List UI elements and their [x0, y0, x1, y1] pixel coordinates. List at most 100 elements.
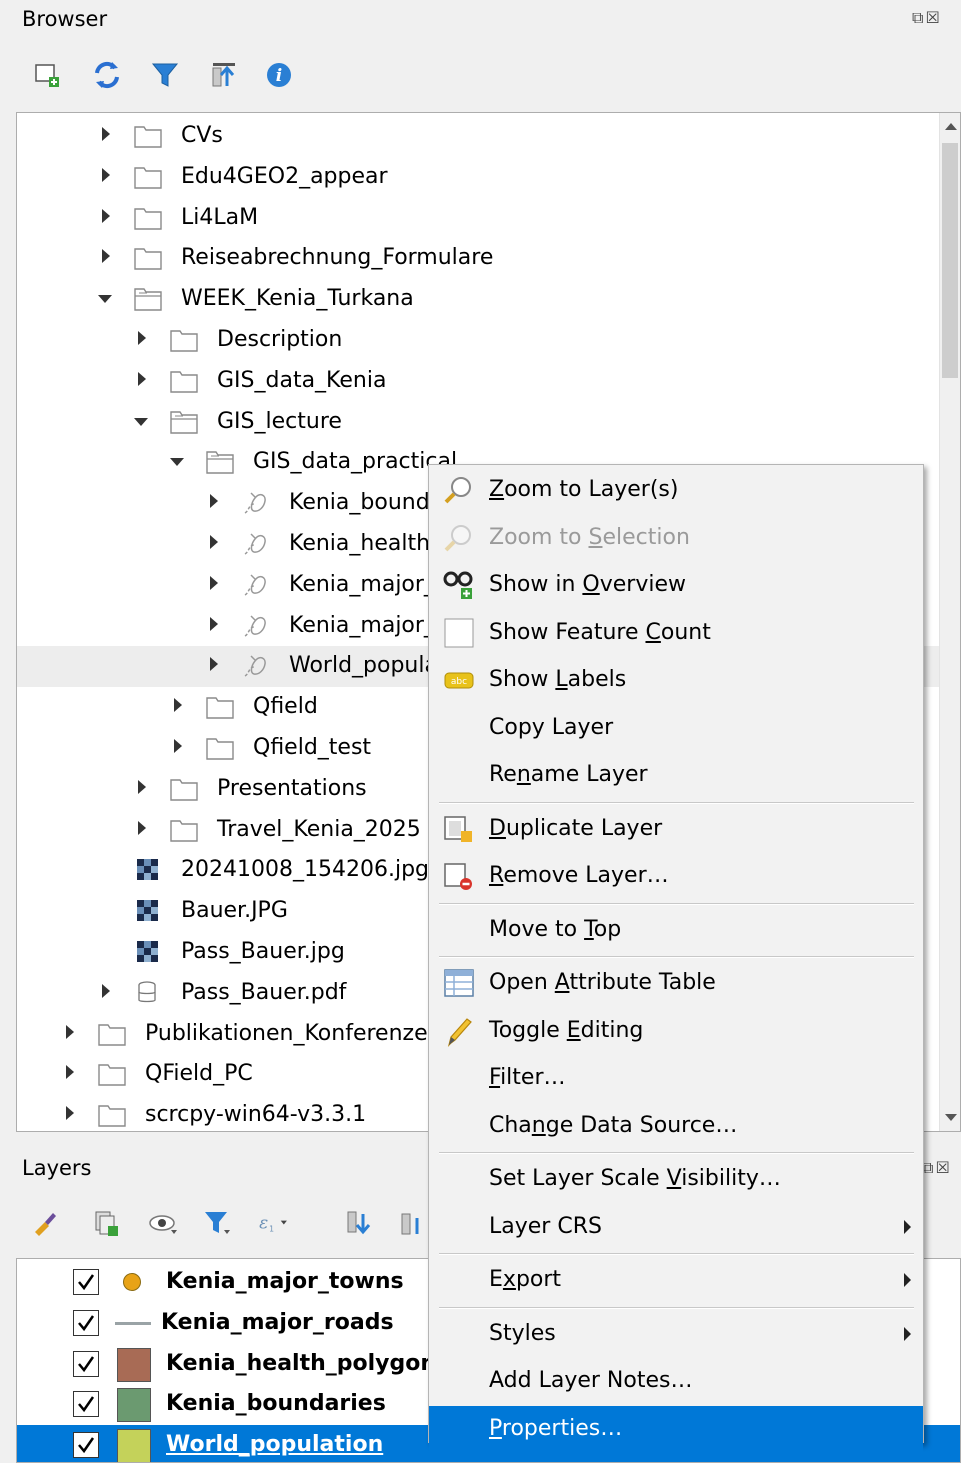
- layer-visibility-checkbox[interactable]: [73, 1350, 99, 1377]
- close-panel-icon[interactable]: ☒: [935, 1158, 951, 1177]
- expand-arrow-icon[interactable]: [138, 371, 146, 386]
- expand-arrow-icon[interactable]: [66, 1065, 74, 1080]
- visibility-icon[interactable]: [146, 1206, 180, 1240]
- tree-item-label: Presentations: [217, 775, 367, 801]
- layer-visibility-checkbox[interactable]: [73, 1309, 99, 1336]
- collapse-arrow-icon[interactable]: [134, 417, 148, 426]
- menu-item-show-labels[interactable]: abc Show Labels: [429, 657, 923, 703]
- tree-item-reiseabrechnung-formulare[interactable]: Reiseabrechnung_Formulare: [17, 238, 940, 279]
- menu-item-duplicate-layer[interactable]: Duplicate Layer: [429, 806, 923, 852]
- tree-item-gis-lecture[interactable]: GIS_lecture: [17, 402, 940, 443]
- folder-icon: [205, 448, 235, 476]
- menu-item-show-in-overview[interactable]: Show in Overview: [429, 562, 923, 608]
- folder-icon: [169, 775, 199, 803]
- collapse-arrow-icon[interactable]: [98, 295, 112, 304]
- tree-item-label: 20241008_154206.jpg: [181, 857, 429, 883]
- expand-arrow-icon[interactable]: [102, 167, 110, 182]
- menu-item-label: Add Layer Notes…: [489, 1368, 693, 1393]
- menu-item-label: Zoom to Layer(s): [489, 477, 679, 502]
- expand-arrow-icon[interactable]: [174, 698, 182, 713]
- expand-arrow-icon[interactable]: [210, 535, 218, 549]
- tree-item-cvs[interactable]: CVs: [17, 116, 940, 157]
- expand-arrow-icon[interactable]: [138, 331, 146, 345]
- expand-arrow-icon[interactable]: [66, 1024, 74, 1039]
- menu-item-styles[interactable]: Styles: [429, 1311, 923, 1357]
- add-layer-icon[interactable]: [30, 58, 64, 92]
- menu-separator: [439, 1152, 914, 1154]
- menu-item-label: Show Feature Count: [489, 619, 711, 645]
- expand-arrow-icon[interactable]: [210, 575, 218, 590]
- float-panel-icon[interactable]: ⧉: [922, 1158, 935, 1177]
- menu-item-move-to-top[interactable]: Move to Top: [429, 907, 923, 953]
- expand-arrow-icon[interactable]: [138, 779, 146, 794]
- expand-arrow-icon[interactable]: [210, 657, 218, 672]
- menu-item-copy-layer[interactable]: Copy Layer: [429, 705, 923, 751]
- close-panel-icon[interactable]: ☒: [925, 8, 941, 27]
- scroll-up-icon[interactable]: [945, 123, 957, 130]
- layer-name: Kenia_boundaries: [166, 1391, 386, 1417]
- attribute-table-icon: [443, 967, 475, 999]
- tree-item-week-kenia-turkana[interactable]: WEEK_Kenia_Turkana: [17, 279, 940, 320]
- layer-visibility-checkbox[interactable]: [73, 1391, 99, 1418]
- refresh-icon[interactable]: [90, 58, 124, 92]
- tree-scrollbar[interactable]: [939, 113, 960, 1131]
- expand-arrow-icon[interactable]: [210, 494, 218, 509]
- filter-icon[interactable]: [148, 58, 182, 92]
- tree-item-gis-data-kenia[interactable]: GIS_data_Kenia: [17, 361, 940, 402]
- expand-arrow-icon[interactable]: [102, 983, 110, 998]
- layer-visibility-checkbox[interactable]: [73, 1269, 99, 1295]
- layer-visibility-checkbox[interactable]: [73, 1432, 99, 1459]
- zoom-selection-icon: [443, 522, 475, 554]
- expand-arrow-icon[interactable]: [174, 739, 182, 753]
- svg-text:1: 1: [269, 1225, 274, 1234]
- expand-arrow-icon[interactable]: [66, 1106, 74, 1121]
- svg-text:ε: ε: [259, 1213, 268, 1233]
- menu-item-set-layer-scale-visibility[interactable]: Set Layer Scale Visibility…: [429, 1156, 923, 1202]
- menu-item-label: Show in Overview: [489, 572, 686, 597]
- tree-item-edu4geo2-appear[interactable]: Edu4GEO2_appear: [17, 157, 940, 198]
- info-icon[interactable]: i: [262, 58, 296, 92]
- folder-icon: [97, 1020, 127, 1048]
- menu-separator: [439, 956, 914, 958]
- float-panel-icon[interactable]: ⧉: [912, 8, 925, 27]
- tree-item-label: Li4LaM: [181, 204, 259, 230]
- menu-item-add-layer-notes[interactable]: Add Layer Notes…: [429, 1358, 923, 1404]
- add-group-icon[interactable]: [88, 1206, 122, 1240]
- expression-filter-icon[interactable]: ε1: [256, 1206, 290, 1240]
- expand-arrow-icon[interactable]: [138, 820, 146, 835]
- menu-item-toggle-editing[interactable]: Toggle Editing: [429, 1008, 923, 1054]
- browser-panel-title: Browser: [22, 7, 108, 31]
- layer-name: Kenia_major_roads: [161, 1309, 394, 1335]
- menu-item-rename-layer[interactable]: Rename Layer: [429, 752, 923, 798]
- collapse-all-layers-icon[interactable]: [396, 1206, 430, 1240]
- scroll-down-icon[interactable]: [945, 1114, 957, 1121]
- menu-item-show-feature-count[interactable]: Show Feature Count: [429, 610, 923, 656]
- menu-item-zoom-to-layer-s[interactable]: Zoom to Layer(s): [429, 467, 923, 513]
- menu-item-open-attribute-table[interactable]: Open Attribute Table: [429, 960, 923, 1006]
- tree-item-label: scrcpy-win64-v3.3.1: [145, 1102, 367, 1128]
- collapse-all-icon[interactable]: [207, 58, 241, 92]
- menu-item-export[interactable]: Export: [429, 1257, 923, 1303]
- expand-all-icon[interactable]: [342, 1206, 376, 1240]
- expand-arrow-icon[interactable]: [210, 616, 218, 631]
- menu-item-remove-layer[interactable]: Remove Layer…: [429, 853, 923, 899]
- expand-arrow-icon[interactable]: [102, 127, 110, 141]
- menu-item-properties[interactable]: Properties…: [429, 1405, 923, 1452]
- expand-arrow-icon[interactable]: [102, 208, 110, 223]
- menu-item-label: Filter…: [489, 1065, 566, 1090]
- tree-item-li4lam[interactable]: Li4LaM: [17, 198, 940, 239]
- menu-item-layer-crs[interactable]: Layer CRS: [429, 1204, 923, 1250]
- menu-item-filter[interactable]: Filter…: [429, 1055, 923, 1101]
- raster-image-icon: [133, 938, 163, 966]
- layer-name: Kenia_health_polygons: [166, 1350, 450, 1376]
- folder-icon: [133, 122, 163, 150]
- filter-legend-icon[interactable]: [200, 1206, 234, 1240]
- expand-arrow-icon[interactable]: [102, 249, 110, 264]
- folder-icon: [133, 285, 163, 313]
- scrollbar-thumb[interactable]: [942, 143, 958, 378]
- style-manager-icon[interactable]: [28, 1206, 62, 1240]
- menu-item-change-data-source[interactable]: Change Data Source…: [429, 1103, 923, 1149]
- collapse-arrow-icon[interactable]: [170, 458, 184, 467]
- tree-item-description[interactable]: Description: [17, 320, 940, 361]
- vector-layer-icon: [241, 489, 271, 517]
